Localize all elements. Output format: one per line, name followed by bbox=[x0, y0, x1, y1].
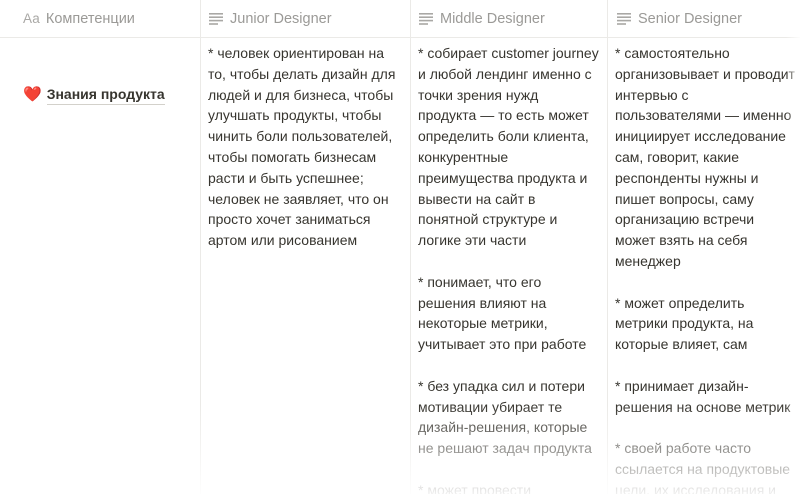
text-property-icon bbox=[209, 12, 223, 25]
database-table: Aa Компетенции Junior Designer Middle De… bbox=[0, 0, 800, 494]
table-row[interactable]: ❤️ Знания продукта * человек ориентирова… bbox=[0, 37, 800, 494]
row-title-cell[interactable]: ❤️ Знания продукта bbox=[15, 37, 200, 494]
text-property-icon bbox=[617, 12, 631, 25]
column-header-junior[interactable]: Junior Designer bbox=[209, 0, 409, 37]
column-header-label: Компетенции bbox=[45, 10, 135, 27]
row-title[interactable]: Знания продукта bbox=[46, 85, 165, 105]
title-property-icon: Aa bbox=[23, 11, 40, 26]
column-header-middle[interactable]: Middle Designer bbox=[419, 0, 607, 37]
column-header-label: Senior Designer bbox=[638, 10, 742, 27]
junior-cell[interactable]: * человек ориентирован на то, чтобы дела… bbox=[200, 37, 410, 494]
column-header-label: Junior Designer bbox=[230, 10, 332, 27]
column-header-label: Middle Designer bbox=[440, 10, 545, 27]
heart-emoji-icon: ❤️ bbox=[23, 85, 42, 103]
middle-cell[interactable]: * собирает customer journey и любой ленд… bbox=[410, 37, 607, 494]
column-header-senior[interactable]: Senior Designer bbox=[617, 0, 800, 37]
senior-cell[interactable]: * самостоятельно организовывает и провод… bbox=[607, 37, 800, 494]
text-property-icon bbox=[419, 12, 433, 25]
column-header-competencies[interactable]: Aa Компетенции bbox=[23, 0, 200, 37]
table-header: Aa Компетенции Junior Designer Middle De… bbox=[0, 0, 800, 38]
